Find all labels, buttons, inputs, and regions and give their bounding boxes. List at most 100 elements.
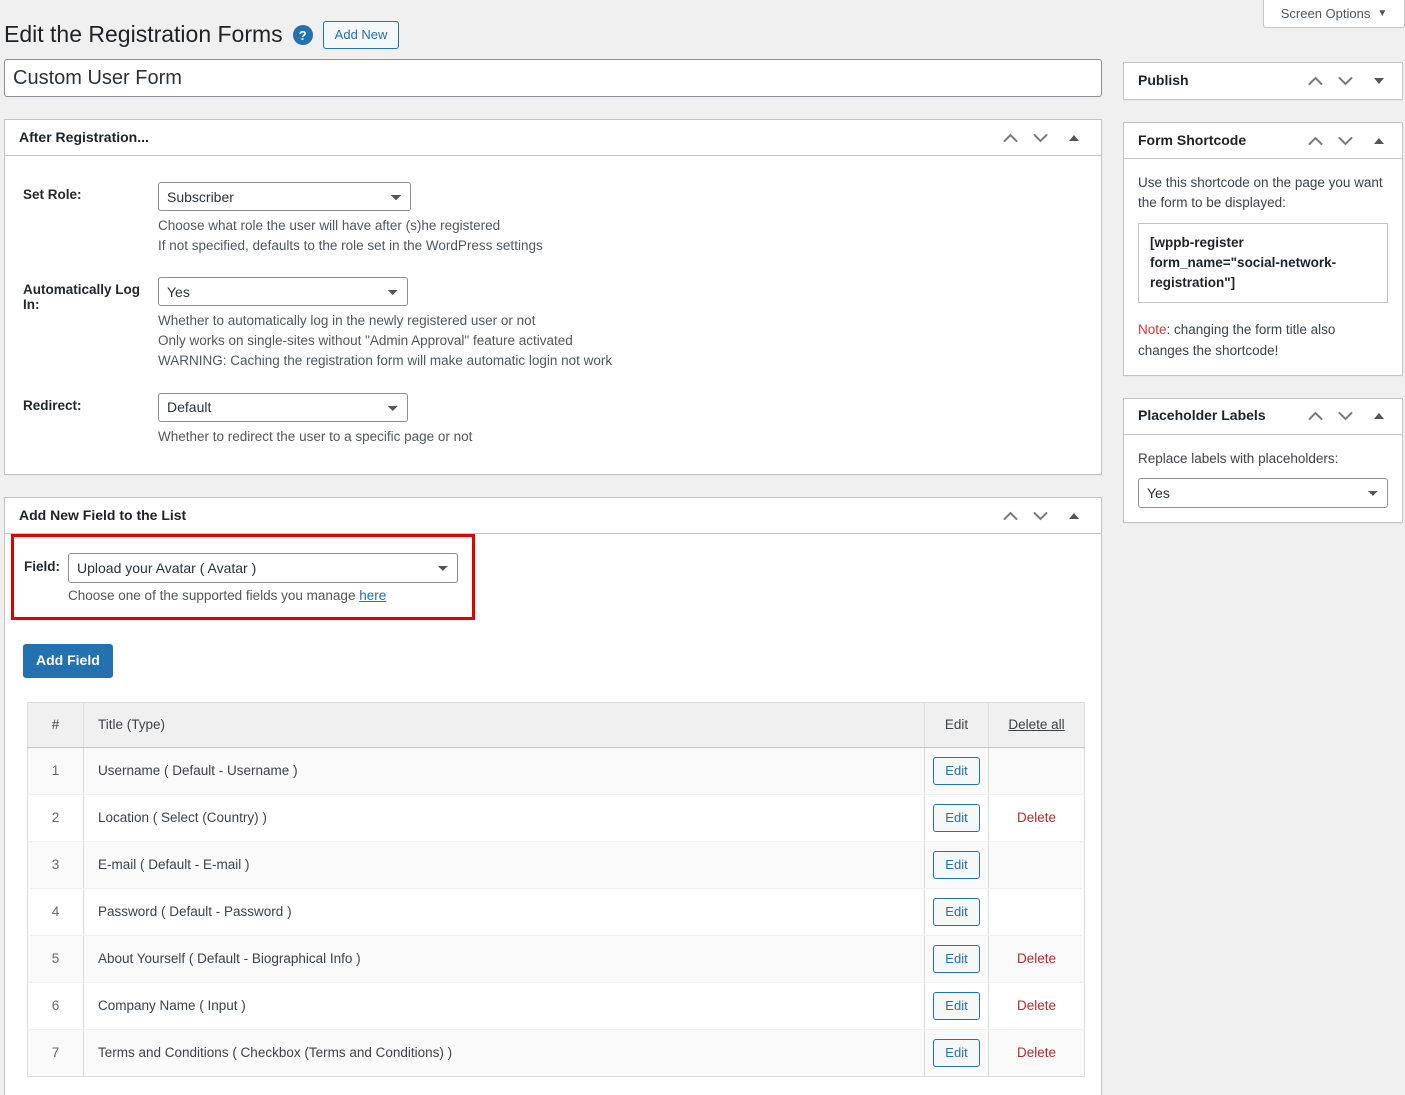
edit-button[interactable]: Edit xyxy=(933,1039,980,1067)
row-title: E-mail ( Default - E-mail ) xyxy=(83,841,925,889)
column-header-delete-all[interactable]: Delete all xyxy=(988,702,1085,748)
row-delete-cell: Delete xyxy=(989,1029,1085,1076)
edit-button[interactable]: Edit xyxy=(933,851,980,879)
after-registration-panel: After Registration... Set Role: Subscrib… xyxy=(4,119,1102,476)
column-header-title: Title (Type) xyxy=(83,702,925,748)
handle-actions xyxy=(995,123,1089,153)
collapse-panel-icon[interactable] xyxy=(1364,126,1394,156)
manage-fields-link[interactable]: here xyxy=(359,588,386,603)
collapse-panel-icon[interactable] xyxy=(1059,123,1089,153)
set-role-select[interactable]: Subscriber xyxy=(158,182,411,211)
table-row: 6 Company Name ( Input ) Edit Delete xyxy=(27,982,1085,1030)
delete-link[interactable]: Delete xyxy=(1017,1045,1056,1060)
redirect-row: Redirect: Default Whether to redirect th… xyxy=(5,392,1101,447)
move-down-icon[interactable] xyxy=(1330,126,1360,156)
screen-options-label: Screen Options xyxy=(1280,6,1371,21)
after-registration-title: After Registration... xyxy=(19,128,149,145)
delete-link[interactable]: Delete xyxy=(1017,810,1056,825)
edit-button[interactable]: Edit xyxy=(933,898,980,926)
delete-link[interactable]: Delete xyxy=(1017,951,1056,966)
handle-actions xyxy=(1300,66,1394,96)
edit-button[interactable]: Edit xyxy=(933,804,980,832)
row-delete-cell: Delete xyxy=(988,982,1085,1030)
placeholder-labels-select[interactable]: Yes xyxy=(1138,478,1388,508)
note-keyword: Note xyxy=(1138,322,1167,338)
triangle-down-icon xyxy=(1374,78,1384,84)
edit-button[interactable]: Edit xyxy=(933,945,980,973)
field-label: Field: xyxy=(24,559,60,575)
field-hint-text: Choose one of the supported fields you m… xyxy=(68,588,360,604)
row-delete-cell xyxy=(988,841,1085,889)
add-new-field-header: Add New Field to the List xyxy=(5,498,1101,535)
row-edit-cell: Edit xyxy=(924,841,989,889)
form-shortcode-body: Use this shortcode on the page you want … xyxy=(1124,159,1402,375)
collapse-panel-icon[interactable] xyxy=(1059,501,1089,531)
table-row: 1 Username ( Default - Username ) Edit xyxy=(27,747,1085,795)
set-role-hint: Choose what role the user will have afte… xyxy=(158,216,1101,255)
set-role-hint-line-2: If not specified, defaults to the role s… xyxy=(158,237,543,253)
handle-actions xyxy=(1300,401,1394,431)
set-role-label: Set Role: xyxy=(23,187,82,202)
add-field-button[interactable]: Add Field xyxy=(23,644,113,678)
placeholder-labels-description: Replace labels with placeholders: xyxy=(1138,450,1339,466)
row-edit-cell: Edit xyxy=(924,888,989,936)
form-shortcode-title: Form Shortcode xyxy=(1138,131,1247,148)
shortcode-value[interactable]: [wppb-register form_name="social-network… xyxy=(1138,222,1388,304)
after-registration-body: Set Role: Subscriber Choose what role th… xyxy=(5,156,1101,474)
row-number: 3 xyxy=(27,841,84,889)
field-select[interactable]: Upload your Avatar ( Avatar ) xyxy=(68,553,458,584)
row-title: Terms and Conditions ( Checkbox (Terms a… xyxy=(83,1029,925,1077)
admin-page: Screen Options ▼ Edit the Registration F… xyxy=(0,0,1405,1095)
table-row: 4 Password ( Default - Password ) Edit xyxy=(27,888,1085,936)
redirect-hint-line-1: Whether to redirect the user to a specif… xyxy=(158,428,473,444)
table-header-row: # Title (Type) Edit Delete all xyxy=(27,702,1085,748)
move-up-icon[interactable] xyxy=(1300,401,1330,431)
screen-options-toggle[interactable]: Screen Options ▼ xyxy=(1263,0,1405,28)
main-column: Edit the Registration Forms ? Add New Af… xyxy=(0,0,1110,1095)
edit-button[interactable]: Edit xyxy=(933,757,980,785)
move-down-icon[interactable] xyxy=(1025,123,1055,153)
row-edit-cell: Edit xyxy=(924,747,989,795)
table-row: 3 E-mail ( Default - E-mail ) Edit xyxy=(27,841,1085,889)
form-shortcode-header: Form Shortcode xyxy=(1124,123,1402,159)
collapse-panel-icon[interactable] xyxy=(1364,401,1394,431)
move-up-icon[interactable] xyxy=(995,501,1025,531)
auto-login-hint: Whether to automatically log in the newl… xyxy=(158,311,1101,370)
placeholder-labels-body: Replace labels with placeholders: Yes xyxy=(1124,435,1402,522)
triangle-up-icon xyxy=(1069,134,1079,141)
row-number: 1 xyxy=(27,747,84,795)
table-row: 7 Terms and Conditions ( Checkbox (Terms… xyxy=(27,1029,1085,1077)
move-up-icon[interactable] xyxy=(1300,66,1330,96)
help-icon[interactable]: ? xyxy=(292,25,313,45)
set-role-hint-line-1: Choose what role the user will have afte… xyxy=(158,218,501,233)
auto-login-hint-line-2: Only works on single-sites without "Admi… xyxy=(158,333,573,349)
move-down-icon[interactable] xyxy=(1025,501,1055,531)
row-edit-cell: Edit xyxy=(924,982,989,1030)
edit-button[interactable]: Edit xyxy=(933,992,980,1020)
row-number: 5 xyxy=(27,935,84,983)
add-new-field-title: Add New Field to the List xyxy=(19,506,187,523)
add-new-field-body: Field: Upload your Avatar ( Avatar ) Cho… xyxy=(5,534,1101,1095)
move-down-icon[interactable] xyxy=(1330,401,1360,431)
add-new-button[interactable]: Add New xyxy=(322,20,400,50)
move-up-icon[interactable] xyxy=(995,123,1025,153)
row-delete-cell: Delete xyxy=(988,935,1085,983)
publish-header: Publish xyxy=(1124,63,1402,99)
field-row: Field: Upload your Avatar ( Avatar ) Cho… xyxy=(24,553,472,603)
triangle-up-icon xyxy=(1374,137,1384,144)
row-title: About Yourself ( Default - Biographical … xyxy=(83,935,925,983)
move-down-icon[interactable] xyxy=(1330,66,1360,96)
delete-all-link[interactable]: Delete all xyxy=(1008,717,1064,732)
row-number: 7 xyxy=(27,1029,84,1077)
shortcode-intro: Use this shortcode on the page you want … xyxy=(1138,175,1383,211)
auto-login-select[interactable]: Yes xyxy=(158,277,408,307)
expand-panel-icon[interactable] xyxy=(1364,66,1394,96)
form-title-input[interactable] xyxy=(4,59,1102,97)
row-delete-cell xyxy=(988,888,1085,936)
redirect-select[interactable]: Default xyxy=(158,392,408,422)
row-edit-cell: Edit xyxy=(924,794,989,842)
move-up-icon[interactable] xyxy=(1300,126,1330,156)
delete-link[interactable]: Delete xyxy=(1017,998,1056,1013)
auto-login-row: Automatically Log In: Yes Whether to aut… xyxy=(5,277,1101,370)
row-title: Username ( Default - Username ) xyxy=(83,747,925,795)
